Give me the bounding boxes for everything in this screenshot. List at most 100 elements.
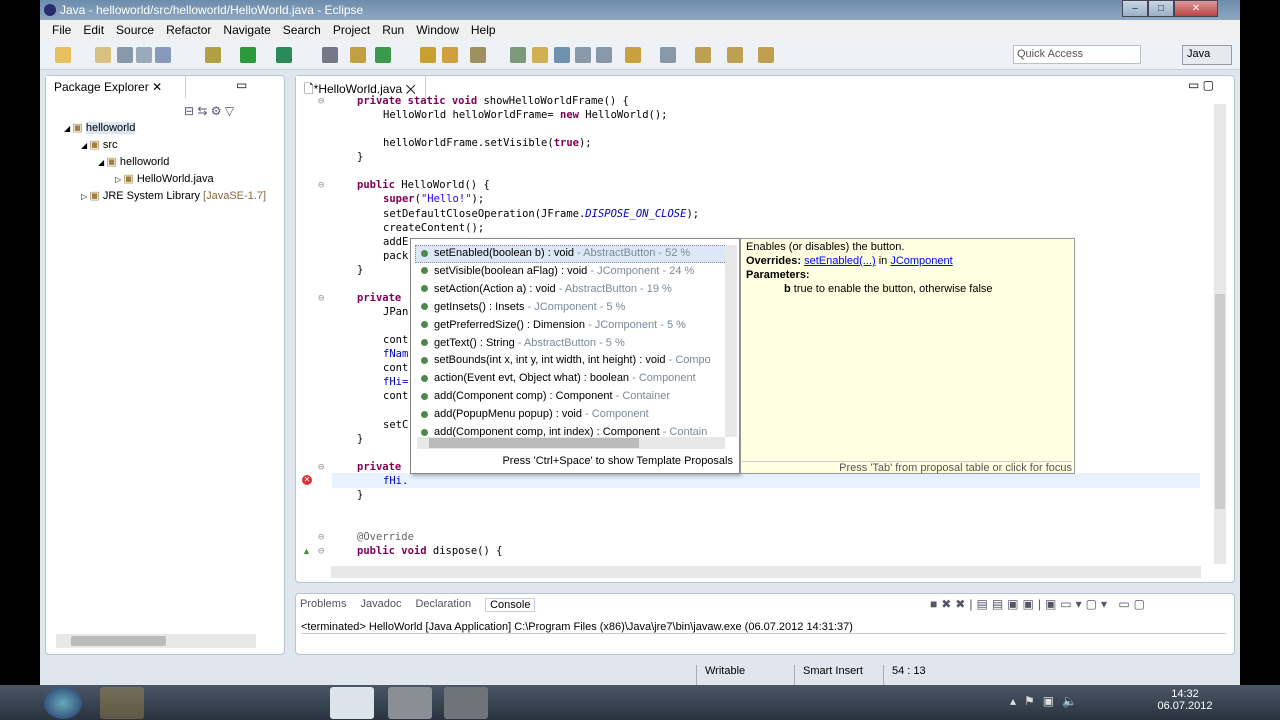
tree-item[interactable]: ▷ ▣ JRE System Library [JavaSE-1.7]	[81, 189, 266, 202]
code-line[interactable]: cont	[383, 389, 408, 403]
tab-javadoc[interactable]: Javadoc	[360, 598, 401, 612]
fold-icon[interactable]: ⊖	[318, 544, 324, 558]
proposal-item[interactable]: setVisible(boolean aFlag) : void - JComp…	[421, 262, 694, 280]
minimize-button[interactable]: –	[1122, 0, 1148, 17]
tray-icons[interactable]: ▴⚑▣🔈	[1010, 694, 1085, 708]
proposal-item[interactable]: setAction(Action a) : void - AbstractBut…	[421, 280, 672, 298]
code-line[interactable]: fNam	[383, 347, 408, 361]
code-line[interactable]: setC	[383, 418, 408, 432]
tree-item[interactable]: ▷ ▣ HelloWorld.java	[115, 172, 214, 185]
menu-help[interactable]: Help	[465, 20, 502, 40]
toolbar-button-icon[interactable]	[55, 47, 71, 63]
toolbar-button-icon[interactable]	[758, 47, 774, 63]
code-line[interactable]: pack	[383, 249, 408, 263]
menu-search[interactable]: Search	[277, 20, 327, 40]
code-line[interactable]: fHi.	[383, 474, 408, 488]
java-perspective-button[interactable]: Java	[1182, 45, 1232, 65]
fold-icon[interactable]: ⊖	[318, 460, 324, 474]
explorer-taskbar-icon[interactable]	[100, 687, 144, 719]
class-link[interactable]: JComponent	[890, 255, 952, 267]
fold-icon[interactable]: ⊖	[318, 530, 324, 544]
console-toolbar-icons[interactable]: ■✖✖|▤▤▣▣|▣▭▾▢▾ ▭▢	[930, 597, 1149, 611]
toolbar-button-icon[interactable]	[442, 47, 458, 63]
proposal-item[interactable]: add(Component comp) : Component - Contai…	[421, 387, 670, 405]
code-line[interactable]: public HelloWorld() {	[357, 178, 490, 192]
tab-declaration[interactable]: Declaration	[415, 598, 471, 612]
proposal-item[interactable]: getInsets() : Insets - JComponent - 5 %	[421, 298, 625, 316]
code-line[interactable]: }	[357, 150, 363, 164]
code-line[interactable]: super("Hello!");	[383, 192, 484, 206]
menu-source[interactable]: Source	[110, 20, 160, 40]
close-icon[interactable]: ✕	[152, 80, 162, 94]
minimize-view-icon[interactable]: ▭	[236, 78, 247, 92]
tab-console[interactable]: Console	[485, 598, 536, 612]
scroll-thumb[interactable]	[429, 438, 639, 448]
overrides-link[interactable]: setEnabled(...)	[804, 255, 876, 267]
toolbar-button-icon[interactable]	[322, 47, 338, 63]
toolbar-button-icon[interactable]	[510, 47, 526, 63]
fold-icon[interactable]: ⊖	[318, 178, 324, 192]
code-line[interactable]: addE	[383, 235, 408, 249]
toolbar-button-icon[interactable]	[136, 47, 152, 63]
code-line[interactable]: createContent();	[383, 221, 484, 235]
clock[interactable]: 14:32 06.07.2012	[1150, 688, 1220, 712]
chrome-taskbar-icon[interactable]	[274, 687, 318, 719]
code-line[interactable]: private static void showHelloWorldFrame(…	[357, 94, 629, 108]
close-button[interactable]: ✕	[1174, 0, 1218, 17]
toolbar-button-icon[interactable]	[95, 47, 111, 63]
toolbar-button-icon[interactable]	[155, 47, 171, 63]
maximize-button[interactable]: □	[1148, 0, 1174, 17]
tab-package-explorer[interactable]: Package Explorer ✕	[46, 76, 186, 98]
scroll-thumb[interactable]	[1215, 294, 1225, 509]
toolbar-button-icon[interactable]	[470, 47, 486, 63]
tree-item[interactable]: ◢ ▣ helloworld	[98, 155, 169, 168]
code-line[interactable]: @Override	[357, 530, 414, 544]
proposal-item[interactable]: setEnabled(boolean b) : void - AbstractB…	[421, 244, 690, 262]
code-line[interactable]: public void dispose() {	[357, 544, 502, 558]
toolbar-button-icon[interactable]	[350, 47, 366, 63]
code-line[interactable]: cont	[383, 361, 408, 375]
powerpoint-taskbar-icon[interactable]	[388, 687, 432, 719]
code-line[interactable]: fHi=	[383, 375, 408, 389]
proposal-hscrollbar[interactable]	[417, 437, 725, 449]
code-line[interactable]: private	[357, 291, 401, 305]
vertical-scrollbar[interactable]	[1214, 104, 1226, 564]
menu-refactor[interactable]: Refactor	[160, 20, 217, 40]
tree-item[interactable]: ◢ ▣ src	[81, 138, 118, 151]
eclipse-taskbar-icon[interactable]	[330, 687, 374, 719]
toolbar-button-icon[interactable]	[625, 47, 641, 63]
tree-item[interactable]: ◢ ▣ helloworld	[64, 121, 136, 134]
quick-access-input[interactable]: Quick Access	[1013, 45, 1141, 64]
thunderbird-taskbar-icon[interactable]	[218, 687, 262, 719]
toolbar-button-icon[interactable]	[420, 47, 436, 63]
toolbar-button-icon[interactable]	[532, 47, 548, 63]
fold-icon[interactable]: ⊖	[318, 291, 324, 305]
proposal-item[interactable]: getText() : String - AbstractButton - 5 …	[421, 334, 625, 352]
code-line[interactable]: }	[357, 488, 363, 502]
code-line[interactable]: cont	[383, 333, 408, 347]
horizontal-scrollbar[interactable]	[331, 566, 1201, 578]
toolbar-button-icon[interactable]	[554, 47, 570, 63]
horizontal-scrollbar[interactable]	[56, 634, 256, 648]
code-line[interactable]: HelloWorld helloWorldFrame= new HelloWor…	[383, 108, 668, 122]
collapse-all-icon[interactable]: ⊟ ⇆ ⚙ ▽	[184, 104, 234, 118]
fold-icon[interactable]: ⊖	[318, 94, 324, 108]
scroll-thumb[interactable]	[71, 636, 166, 646]
code-line[interactable]: }	[357, 263, 363, 277]
code-line[interactable]: helloWorldFrame.setVisible(true);	[383, 136, 592, 150]
toolbar-button-icon[interactable]	[695, 47, 711, 63]
code-line[interactable]: }	[357, 432, 363, 446]
code-line[interactable]: setDefaultCloseOperation(JFrame.DISPOSE_…	[383, 207, 699, 221]
toolbar-button-icon[interactable]	[240, 47, 256, 63]
tab-problems[interactable]: Problems	[300, 598, 346, 612]
toolbar-button-icon[interactable]	[727, 47, 743, 63]
proposal-item[interactable]: action(Event evt, Object what) : boolean…	[421, 369, 696, 387]
toolbar-button-icon[interactable]	[375, 47, 391, 63]
menu-file[interactable]: File	[46, 20, 77, 40]
toolbar-button-icon[interactable]	[660, 47, 676, 63]
code-line[interactable]: private	[357, 460, 401, 474]
proposal-scrollbar[interactable]	[725, 245, 737, 437]
error-icon[interactable]: ✕	[302, 475, 312, 485]
proposal-item[interactable]: getPreferredSize() : Dimension - JCompon…	[421, 316, 686, 334]
proposal-item[interactable]: setBounds(int x, int y, int width, int h…	[421, 351, 711, 369]
